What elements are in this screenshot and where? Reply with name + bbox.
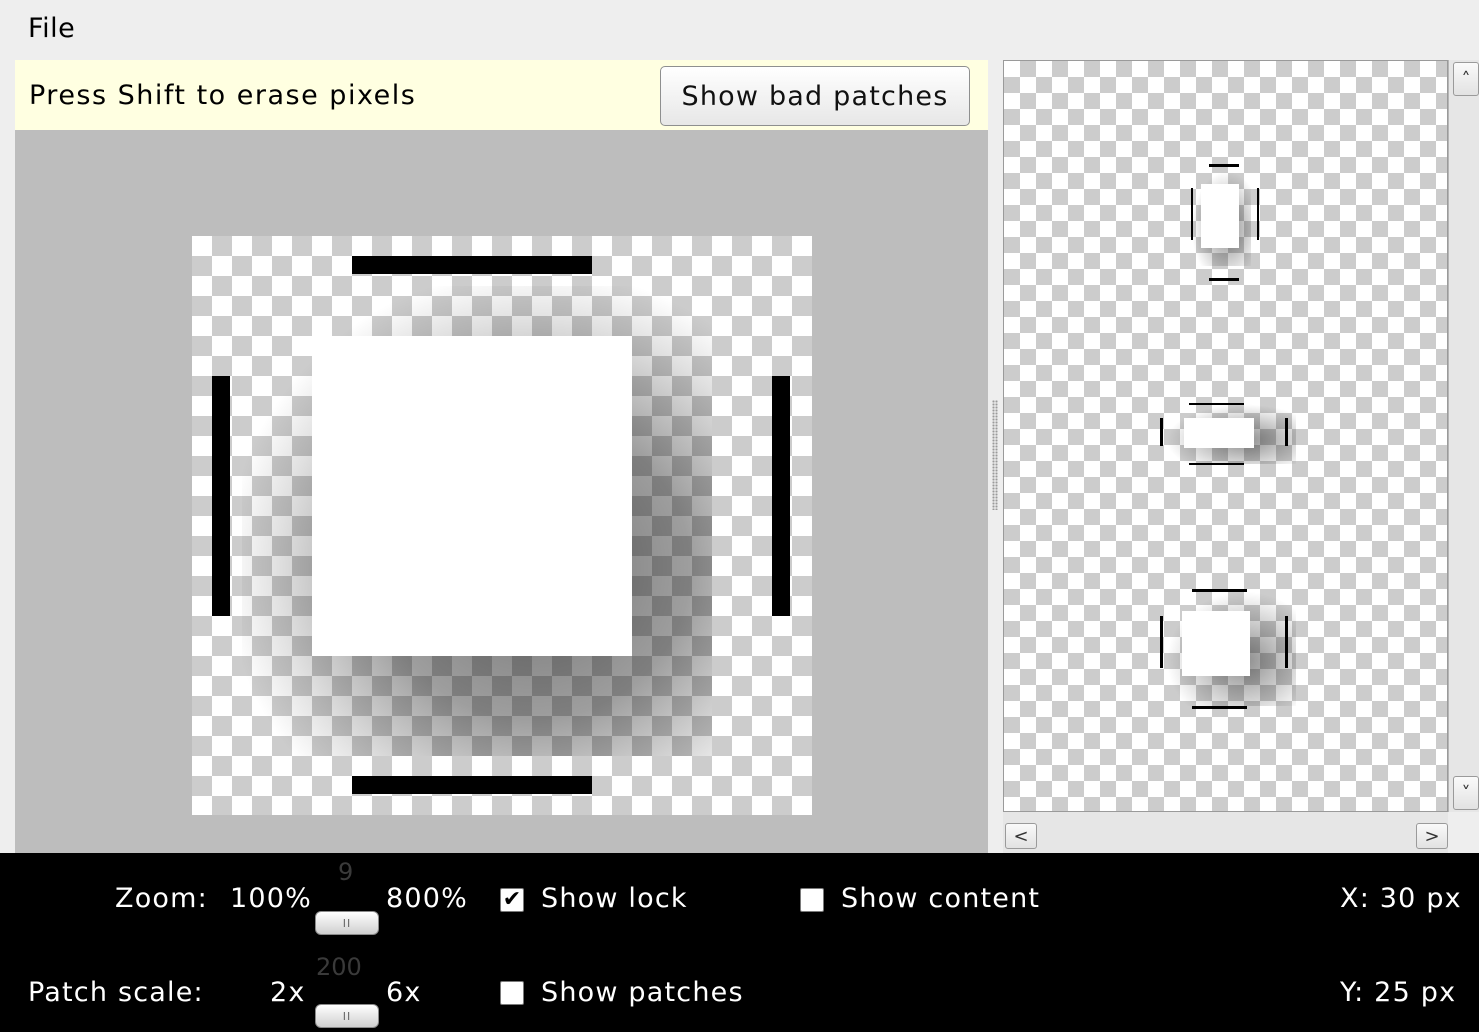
show-content-checkbox[interactable] (800, 888, 824, 912)
patch-scale-max-label: 6x (386, 977, 422, 1008)
hint-bar: Press Shift to erase pixels Show bad pat… (15, 60, 988, 130)
content-area (312, 336, 632, 656)
scroll-corner (1448, 812, 1479, 853)
zoom-max-label: 800% (386, 883, 468, 914)
show-bad-patches-button[interactable]: Show bad patches (660, 66, 970, 126)
split-divider[interactable] (988, 60, 1003, 853)
zoom-label: Zoom: (115, 883, 208, 914)
divider-grip (992, 400, 998, 510)
vertical-scrollbar[interactable]: ˄ ˅ (1448, 60, 1479, 812)
preview-vertical-stretch (1179, 156, 1279, 286)
right-padding-marker[interactable] (772, 376, 790, 616)
y-coordinate-readout: Y: 25 px (1340, 977, 1457, 1008)
status-bar: Zoom: 100% 9 II 800% ✔ Show lock Show co… (0, 853, 1479, 1032)
left-stretch-marker[interactable] (212, 376, 230, 616)
editor-panel: Press Shift to erase pixels Show bad pat… (15, 60, 988, 853)
show-lock-label[interactable]: Show lock (541, 883, 688, 914)
hint-text: Press Shift to erase pixels (29, 80, 417, 111)
scroll-left-arrow-icon[interactable]: < (1005, 823, 1037, 849)
horizontal-scrollbar[interactable]: < > (1003, 812, 1448, 853)
patch-scale-label: Patch scale: (28, 977, 204, 1008)
top-stretch-marker[interactable] (352, 256, 592, 274)
zoom-slider[interactable]: II (315, 911, 379, 935)
nine-patch-canvas[interactable] (192, 236, 812, 815)
zoom-min-label: 100% (230, 883, 312, 914)
patch-scale-slider-value: 200 (316, 953, 362, 981)
preview-horizontal-stretch (1154, 396, 1304, 476)
patch-scale-slider[interactable]: II (315, 1004, 379, 1028)
show-patches-label[interactable]: Show patches (541, 977, 744, 1008)
stretch-preview-panel (1003, 60, 1448, 812)
bottom-padding-marker[interactable] (352, 776, 592, 794)
preview-both-stretch (1154, 581, 1304, 721)
scroll-down-arrow-icon[interactable]: ˅ (1453, 776, 1479, 810)
scroll-up-arrow-icon[interactable]: ˄ (1453, 62, 1479, 96)
scroll-right-arrow-icon[interactable]: > (1416, 823, 1448, 849)
menu-bar: File (0, 0, 1479, 60)
x-coordinate-readout: X: 30 px (1340, 883, 1462, 914)
checkmark-icon: ✔ (502, 887, 522, 912)
show-lock-checkbox[interactable]: ✔ (500, 888, 524, 912)
patch-scale-min-label: 2x (270, 977, 306, 1008)
show-patches-checkbox[interactable] (500, 981, 524, 1005)
show-content-label[interactable]: Show content (841, 883, 1040, 914)
zoom-slider-value: 9 (338, 858, 354, 886)
menu-file[interactable]: File (28, 13, 75, 44)
